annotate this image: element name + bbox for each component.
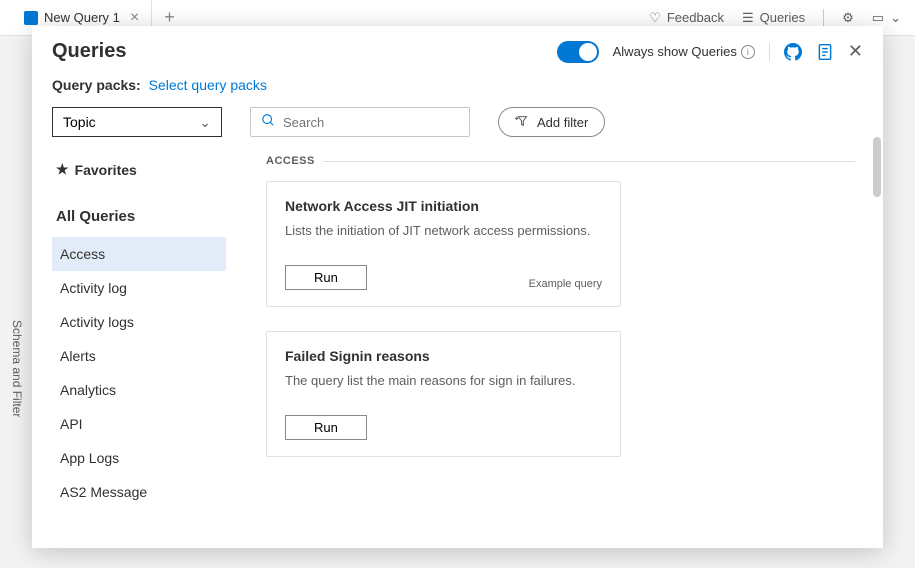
star-icon: ★ [56, 161, 69, 178]
query-file-icon [24, 11, 38, 25]
document-icon[interactable] [816, 43, 834, 61]
schema-filter-sidebar-label[interactable]: Schema and Filter [10, 320, 24, 417]
all-queries-heading[interactable]: All Queries [52, 202, 232, 231]
chevron-down-icon: ⌄ [199, 114, 211, 131]
queries-modal: Queries Always show Queries i ✕ Query pa… [32, 26, 883, 548]
sidebar-category-item[interactable]: Activity log [52, 271, 226, 305]
divider [823, 9, 824, 27]
always-show-label: Always show Queries [613, 44, 737, 59]
sidebar-category-item[interactable]: AS2 Message [52, 475, 226, 509]
feedback-button[interactable]: ♡ Feedback [649, 10, 724, 26]
heart-icon: ♡ [649, 10, 661, 26]
sidebar-category-item[interactable]: Alerts [52, 339, 226, 373]
query-card: Failed Signin reasons The query list the… [266, 331, 621, 457]
queries-list-icon: ☰ [742, 10, 754, 26]
always-show-toggle[interactable] [557, 41, 599, 63]
section-label: ACCESS [266, 155, 315, 167]
info-icon[interactable]: i [741, 45, 755, 59]
sidebar-category-item[interactable]: API [52, 407, 226, 441]
tab-title: New Query 1 [44, 10, 120, 25]
sidebar-category-item[interactable]: Activity logs [52, 305, 226, 339]
card-title: Failed Signin reasons [285, 348, 602, 364]
query-cards-area: ACCESS Network Access JIT initiation Lis… [232, 137, 883, 548]
run-button[interactable]: Run [285, 265, 367, 290]
close-modal-button[interactable]: ✕ [848, 41, 863, 62]
new-tab-button[interactable]: + [152, 7, 187, 28]
settings-gear-icon[interactable]: ⚙ [842, 10, 854, 26]
query-packs-label: Query packs: [52, 77, 141, 93]
card-description: Lists the initiation of JIT network acce… [285, 222, 602, 241]
divider [769, 43, 770, 61]
search-box[interactable] [250, 107, 470, 137]
favorites-section[interactable]: ★ Favorites [52, 155, 232, 184]
search-icon [261, 113, 275, 132]
book-icon: ▭ [872, 10, 884, 26]
categories-sidebar: ★ Favorites All Queries AccessActivity l… [52, 137, 232, 548]
chevron-down-icon: ⌄ [890, 10, 901, 26]
run-button[interactable]: Run [285, 415, 367, 440]
card-description: The query list the main reasons for sign… [285, 372, 602, 391]
topic-dropdown[interactable]: Topic ⌄ [52, 107, 222, 137]
query-packs-link[interactable]: Select query packs [149, 77, 267, 93]
reader-button[interactable]: ▭ ⌄ [872, 10, 901, 26]
example-tag: Example query [529, 278, 602, 290]
sidebar-category-item[interactable]: App Logs [52, 441, 226, 475]
divider [323, 161, 855, 162]
query-card: Network Access JIT initiation Lists the … [266, 181, 621, 307]
sidebar-category-item[interactable]: Analytics [52, 373, 226, 407]
close-tab-icon[interactable]: × [130, 9, 139, 27]
sidebar-category-item[interactable]: Access [52, 237, 226, 271]
queries-button[interactable]: ☰ Queries [742, 10, 805, 26]
add-filter-button[interactable]: Add filter [498, 107, 605, 137]
content-scrollbar[interactable] [873, 137, 881, 197]
search-input[interactable] [283, 115, 459, 130]
card-title: Network Access JIT initiation [285, 198, 602, 214]
modal-title: Queries [52, 40, 557, 63]
github-icon[interactable] [784, 43, 802, 61]
filter-add-icon [515, 114, 529, 131]
